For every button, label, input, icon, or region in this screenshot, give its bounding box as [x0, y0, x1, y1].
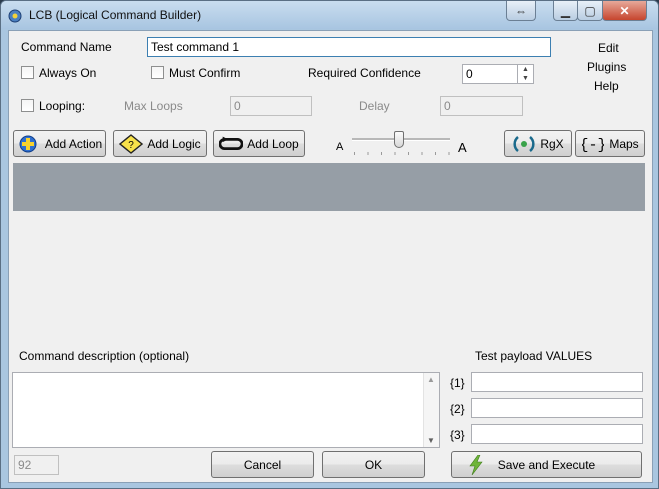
cancel-button[interactable]: Cancel: [211, 451, 314, 478]
slider-ticks: [354, 152, 450, 155]
minimize-icon: ▁: [560, 3, 571, 18]
scroll-up-icon[interactable]: ▲: [427, 375, 435, 384]
add-logic-button[interactable]: ? Add Logic: [113, 130, 207, 157]
spin-up-icon[interactable]: ▲: [518, 65, 533, 74]
minimize-button[interactable]: ▁: [553, 1, 578, 21]
max-loops-input[interactable]: 0: [230, 96, 312, 116]
save-and-execute-label: Save and Execute: [497, 457, 596, 472]
add-logic-icon: ?: [119, 133, 144, 154]
loop-icon: [219, 134, 244, 154]
rgx-button[interactable]: RgX: [504, 130, 572, 157]
looping-checkbox[interactable]: [21, 99, 34, 112]
add-loop-label: Add Loop: [247, 136, 299, 151]
payload-key-1: {1}: [450, 376, 465, 390]
payload-key-2: {2}: [450, 402, 465, 416]
window-title: LCB (Logical Command Builder): [29, 8, 202, 22]
slider-max-label: A: [458, 140, 467, 155]
maximize-icon: ▢: [584, 3, 596, 18]
always-on-checkbox[interactable]: [21, 66, 34, 79]
command-list-area[interactable]: [13, 163, 645, 333]
delay-input[interactable]: 0: [440, 96, 523, 116]
slider-min-label: A: [336, 141, 344, 153]
scroll-down-icon[interactable]: ▼: [427, 436, 435, 445]
must-confirm-checkbox[interactable]: [151, 66, 164, 79]
menu-edit[interactable]: Edit: [598, 41, 619, 55]
maximize-button[interactable]: ▢: [577, 1, 603, 21]
payload-key-3: {3}: [450, 428, 465, 442]
close-button[interactable]: ✕: [602, 1, 647, 21]
command-name-input[interactable]: Test command 1: [147, 37, 551, 57]
payload-input-3[interactable]: [471, 424, 643, 444]
maps-button[interactable]: {-} Maps: [575, 130, 645, 157]
svg-text:?: ?: [129, 140, 135, 151]
confidence-spinner[interactable]: ▲ ▼: [517, 65, 533, 83]
resize-toggle-button[interactable]: ⇔: [506, 1, 536, 21]
add-logic-label: Add Logic: [147, 136, 201, 151]
spin-down-icon[interactable]: ▼: [518, 74, 533, 83]
ok-button[interactable]: OK: [322, 451, 425, 478]
always-on-label: Always On: [39, 66, 97, 80]
max-loops-label: Max Loops: [124, 99, 183, 113]
command-list-header-row[interactable]: [13, 163, 645, 211]
menu-help[interactable]: Help: [594, 79, 619, 93]
payload-input-2[interactable]: [471, 398, 643, 418]
title-bar[interactable]: LCB (Logical Command Builder) ⇔ ▁ ▢ ✕: [1, 1, 658, 29]
payload-input-1[interactable]: [471, 372, 643, 392]
delay-label: Delay: [359, 99, 390, 113]
rgx-label: RgX: [540, 136, 564, 151]
add-action-label: Add Action: [44, 136, 103, 151]
regex-icon: [512, 134, 536, 154]
char-count-field: 92: [14, 455, 59, 475]
lcb-window: LCB (Logical Command Builder) ⇔ ▁ ▢ ✕ Co…: [0, 0, 659, 489]
menu-plugins[interactable]: Plugins: [587, 60, 626, 74]
add-action-button[interactable]: Add Action: [13, 130, 106, 157]
payload-label: Test payload VALUES: [475, 349, 593, 363]
save-and-execute-button[interactable]: Save and Execute: [451, 451, 642, 478]
lightning-icon: [464, 454, 488, 475]
description-label: Command description (optional): [19, 349, 190, 363]
must-confirm-label: Must Confirm: [169, 66, 241, 80]
font-size-slider-thumb[interactable]: [394, 131, 404, 148]
braces-icon: {-}: [581, 134, 605, 154]
svg-text:{-}: {-}: [582, 137, 604, 154]
maps-label: Maps: [609, 136, 639, 151]
description-scrollbar[interactable]: ▲ ▼: [423, 373, 439, 447]
command-name-label: Command Name: [21, 40, 112, 54]
description-textarea[interactable]: ▲ ▼: [12, 372, 440, 448]
client-area: Command Name Test command 1 Edit Plugins…: [8, 30, 653, 483]
required-confidence-label: Required Confidence: [308, 66, 421, 80]
looping-label: Looping:: [39, 99, 86, 113]
add-action-icon: [17, 134, 41, 154]
add-loop-button[interactable]: Add Loop: [213, 130, 305, 157]
gear-app-icon: [8, 9, 22, 23]
